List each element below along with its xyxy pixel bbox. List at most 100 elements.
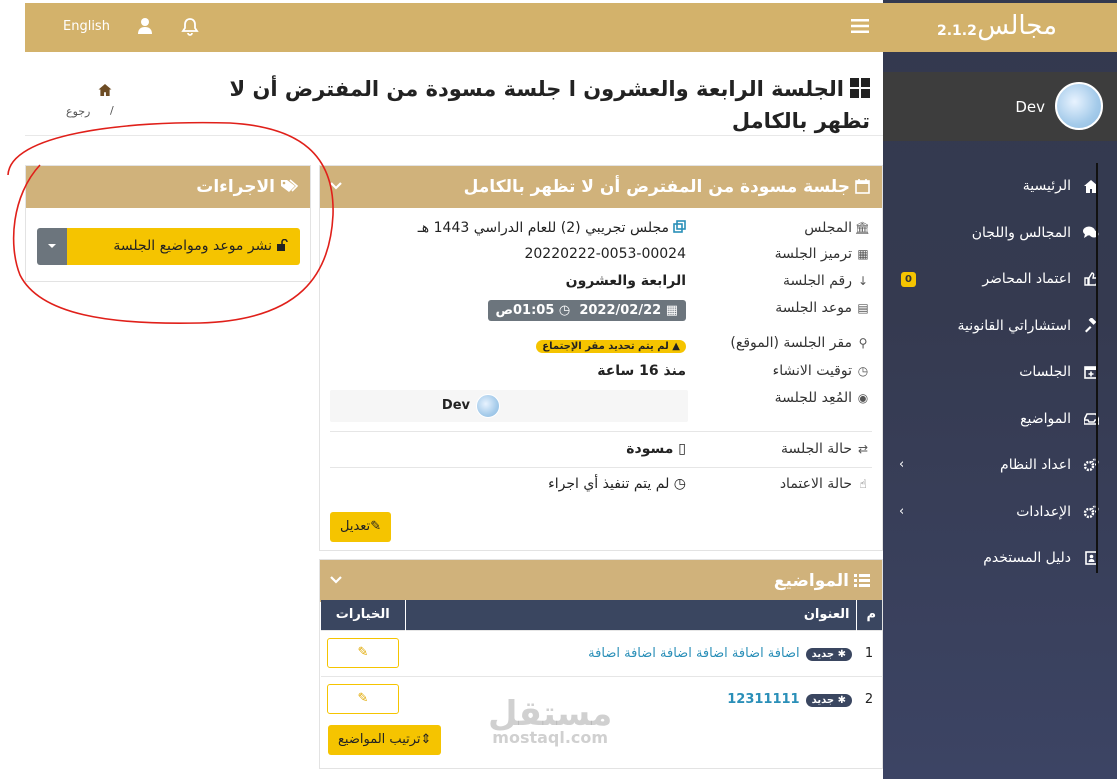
warning-icon: ▲ (668, 341, 680, 352)
sidebar-item-user-guide[interactable]: دليل المستخدم (883, 536, 1117, 583)
row-options-cell: ✎ (321, 629, 405, 676)
sidebar-item-approve-minutes[interactable]: اعتماد المحاضر 0 (883, 257, 1117, 304)
calendar-icon: ▤ (857, 301, 869, 315)
code-value: 20220222-0053-00024 (524, 246, 686, 262)
user-panel[interactable]: Dev (883, 72, 1117, 141)
sidebar-item-home[interactable]: الرئيسية (883, 164, 1117, 211)
session-title-text: جلسة مسودة من المفترض أن لا تظهر بالكامل (463, 177, 850, 197)
panel-title: المواضيع (774, 571, 870, 591)
number-row: ↓ رقم الجلسة الرابعة والعشرون (330, 273, 870, 295)
sidebar-scrollbar[interactable] (1096, 163, 1098, 573)
sidebar-item-settings[interactable]: الإعدادات ‹ (883, 490, 1117, 537)
brand-version: 2.1.2 (937, 23, 977, 39)
panel-title: جلسة مسودة من المفترض أن لا تظهر بالكامل (464, 177, 870, 197)
home-icon[interactable] (98, 84, 112, 99)
column-header-num: م (855, 600, 882, 630)
topic-link[interactable]: اضافة اضافة اضافة اضافة اضافة اضافة (588, 646, 799, 661)
divider (330, 467, 872, 468)
pencil-icon: ✎ (357, 691, 369, 707)
created-row: ◷ توقيت الانشاء منذ 16 ساعة (330, 363, 870, 385)
retweet-icon: ⇄ (857, 442, 869, 456)
approval-row: ☝ حالة الاعتماد ◷ لم يتم تنفيذ أي اجراء (330, 476, 870, 498)
date-row: ▤ موعد الجلسة ▦ 2022/02/22 ◷ 01:05ص (330, 300, 870, 330)
sidebar-item-label: الجلسات (1019, 364, 1071, 380)
calendar-icon: ▦ (661, 303, 678, 318)
user-name: Dev (1015, 98, 1045, 116)
time-value: 01:05ص (495, 303, 555, 318)
topic-link[interactable]: 12311111 (727, 692, 799, 707)
session-panel: جلسة مسودة من المفترض أن لا تظهر بالكامل… (319, 165, 883, 551)
brand[interactable]: مجالس 2.1.2 (883, 3, 1117, 52)
status-row: ⇄ حالة الجلسة ▯ مسودة (330, 441, 870, 463)
chevron-left-icon[interactable]: ‹ (899, 457, 904, 472)
sidebar-item-legal[interactable]: استشاراتي القانونية (883, 304, 1117, 351)
clock-icon: ◷ (669, 476, 686, 492)
pencil-icon: ✎ (357, 645, 369, 660)
created-label: توقيت الانشاء (772, 363, 852, 379)
topics-title-text: المواضيع (773, 571, 849, 591)
language-switch[interactable]: English (63, 19, 110, 34)
sidebar-item-label: الرئيسية (1022, 178, 1071, 194)
column-header-options: الخيارات (321, 600, 405, 630)
institution-icon: 🏛 (854, 221, 870, 235)
watermark-latin: mostaql.com (492, 728, 609, 747)
location-row: ⚲ مقر الجلسة (الموقع) ▲ لم يتم تحديد مقر … (330, 335, 870, 357)
calendar-icon (855, 179, 870, 194)
sidebar-item-sessions[interactable]: الجلسات (883, 350, 1117, 397)
grid-icon (850, 76, 870, 106)
user-circle-icon: ◉ (857, 391, 869, 405)
top-header: English (25, 3, 883, 52)
code-label: ترميز الجلسة (774, 246, 852, 262)
avatar (1055, 82, 1103, 130)
external-window-icon (673, 220, 686, 233)
creator-chip: Dev (330, 390, 688, 422)
code-row: ▦ ترميز الجلسة 20220222-0053-00024 (330, 246, 870, 268)
sidebar-item-label: دليل المستخدم (983, 550, 1071, 566)
sidebar-item-label: الإعدادات (1016, 503, 1071, 520)
row-num: 1 (856, 629, 882, 676)
number-value: الرابعة والعشرون (565, 273, 686, 289)
number-label: رقم الجلسة (782, 273, 852, 289)
sidebar-item-system-setup[interactable]: اعداد النظام ‹ (883, 443, 1117, 490)
row-num: 2 (856, 675, 882, 722)
topics-panel-header: المواضيع (320, 560, 882, 602)
chevron-left-icon[interactable]: ‹ (899, 504, 904, 519)
location-warning: ▲ لم يتم تحديد مقر الإجتماع (536, 340, 686, 353)
bell-icon[interactable] (181, 17, 199, 40)
sidebar-item-label: المجالس واللجان (971, 224, 1071, 241)
created-value: منذ 16 ساعة (597, 363, 686, 379)
pencil-icon: ✎ (370, 519, 382, 534)
creator-label: المُعِد للجلسة (774, 390, 852, 406)
user-icon[interactable] (137, 17, 153, 39)
watermark-logo: مستقل mostaql.com (488, 694, 612, 747)
brand-name: مجالس (977, 11, 1057, 41)
count-badge: 0 (901, 272, 916, 287)
chevron-down-icon[interactable] (330, 574, 342, 589)
creator-value: Dev (441, 398, 470, 413)
approval-value: لم يتم تنفيذ أي اجراء (548, 476, 670, 492)
sidebar-nav: الرئيسية المجالس واللجان اعتماد المحاضر … (883, 164, 1117, 583)
council-link[interactable]: مجلس تجريبي (2) للعام الدراسي 1443 هـ (418, 220, 686, 236)
sidebar-item-label: اعتماد المحاضر (982, 271, 1071, 287)
date-value: 2022/02/22 (579, 303, 662, 318)
sidebar-item-label: المواضيع (1020, 410, 1071, 427)
edit-topic-button[interactable]: ✎ (327, 684, 399, 715)
qrcode-icon: ▦ (857, 247, 869, 261)
edit-topic-button[interactable]: ✎ (327, 638, 399, 668)
council-row: 🏛المجلس مجلس تجريبي (2) للعام الدراسي 14… (330, 220, 870, 242)
table-row: 1 ✱ جديد اضافة اضافة اضافة اضافة اضافة اض… (321, 629, 882, 676)
new-badge-text: جديد (811, 694, 835, 706)
list-icon (854, 574, 870, 587)
new-badge-text: جديد (811, 648, 835, 660)
avatar (476, 394, 500, 418)
sidebar-item-councils[interactable]: المجالس واللجان (883, 211, 1117, 258)
council-label: المجلس (804, 220, 852, 236)
sidebar-item-topics[interactable]: المواضيع (883, 397, 1117, 444)
new-badge: ✱ جديد (805, 647, 852, 661)
sort-topics-button[interactable]: ⇕ترتيب المواضيع (328, 725, 442, 755)
bars-icon[interactable] (851, 18, 869, 38)
clock-icon: ◷ (554, 303, 571, 318)
row-title-cell: ✱ جديد اضافة اضافة اضافة اضافة اضافة اضاف… (405, 629, 856, 676)
edit-button[interactable]: ✎تعديل (330, 512, 392, 542)
date-label: موعد الجلسة (775, 300, 852, 316)
